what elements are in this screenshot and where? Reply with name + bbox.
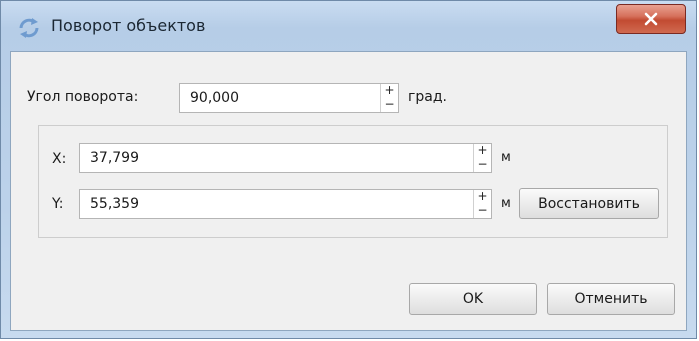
rotation-unit-label: град. — [408, 89, 447, 105]
x-coordinate-value: 37,799 — [90, 150, 139, 166]
x-unit-label: м — [501, 150, 511, 165]
center-coordinates-group: X: 37,799 + − м Y: 55,359 + − м Восстано… — [38, 125, 668, 238]
close-button[interactable] — [616, 4, 686, 34]
spin-up-button[interactable]: + — [474, 144, 491, 158]
rotation-angle-value: 90,000 — [190, 90, 239, 106]
y-coordinate-value: 55,359 — [90, 196, 139, 212]
y-coordinate-spinner[interactable]: + − — [473, 190, 491, 218]
ok-button[interactable]: OK — [409, 283, 537, 315]
spin-up-button[interactable]: + — [381, 84, 398, 98]
y-unit-label: м — [501, 196, 511, 211]
dialog-client-area: Угол поворота: 90,000 + − град. X: 37,79… — [10, 51, 687, 331]
dialog-window: Поворот объектов Угол поворота: 90,000 +… — [0, 0, 697, 339]
restore-button[interactable]: Восстановить — [519, 188, 659, 219]
x-label: X: — [52, 151, 67, 167]
spin-up-button[interactable]: + — [474, 190, 491, 204]
close-icon — [644, 12, 658, 26]
rotation-angle-input[interactable]: 90,000 + − — [179, 83, 399, 113]
rotation-angle-spinner[interactable]: + − — [380, 84, 398, 112]
spin-down-button[interactable]: − — [474, 204, 491, 218]
y-coordinate-input[interactable]: 55,359 + − — [79, 189, 492, 219]
rotate-objects-icon — [19, 18, 39, 38]
x-coordinate-spinner[interactable]: + − — [473, 144, 491, 172]
spin-down-button[interactable]: − — [381, 98, 398, 112]
y-label: Y: — [52, 196, 64, 212]
spin-down-button[interactable]: − — [474, 158, 491, 172]
cancel-button[interactable]: Отменить — [547, 283, 675, 315]
window-title: Поворот объектов — [51, 16, 206, 35]
title-bar[interactable]: Поворот объектов — [1, 1, 696, 51]
rotation-angle-label: Угол поворота: — [27, 89, 139, 105]
x-coordinate-input[interactable]: 37,799 + − — [79, 143, 492, 173]
